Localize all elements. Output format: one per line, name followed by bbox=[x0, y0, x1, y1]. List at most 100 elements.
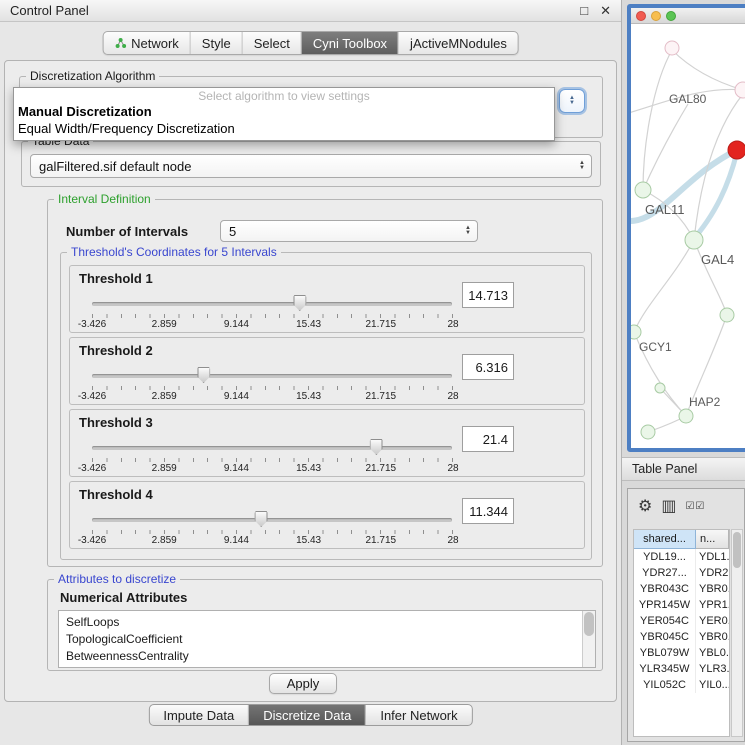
close-icon[interactable]: ✕ bbox=[600, 3, 611, 19]
scrollbar-thumb[interactable] bbox=[584, 612, 594, 636]
node-label-hap2: HAP2 bbox=[689, 395, 720, 409]
scrollbar-thumb[interactable] bbox=[733, 532, 741, 568]
network-node[interactable] bbox=[665, 41, 679, 55]
table-row[interactable]: YBR043CYBR0... bbox=[634, 581, 729, 597]
list-item[interactable]: SelfLoops bbox=[66, 614, 581, 631]
cell[interactable]: YPR1... bbox=[696, 597, 729, 613]
table-scrollbar[interactable] bbox=[731, 529, 743, 737]
apply-button[interactable]: Apply bbox=[269, 673, 337, 694]
cell[interactable]: YBR043C bbox=[634, 581, 696, 597]
cell[interactable]: YBL079W bbox=[634, 645, 696, 661]
cell[interactable]: YBR0... bbox=[696, 629, 729, 645]
cell[interactable]: YIL052C bbox=[634, 677, 696, 693]
combo-arrows-icon: ▲▼ bbox=[462, 226, 477, 236]
dropdown-option-equal-width-frequency[interactable]: Equal Width/Frequency Discretization bbox=[14, 120, 554, 137]
threshold-4-slider[interactable] bbox=[92, 510, 452, 528]
list-item[interactable]: BetweennessCentrality bbox=[66, 648, 581, 665]
attributes-group: Attributes to discretize Numerical Attri… bbox=[47, 579, 603, 671]
tab-network[interactable]: Network bbox=[103, 32, 190, 54]
network-canvas[interactable]: GAL80 GAL11 GAL4 GCY1 HAP2 bbox=[631, 24, 745, 447]
network-node[interactable] bbox=[679, 409, 693, 423]
tab-jactivemnodules[interactable]: jActiveMNodules bbox=[398, 32, 518, 54]
cell[interactable]: YDL19... bbox=[634, 549, 696, 565]
network-node[interactable] bbox=[635, 182, 651, 198]
combo-value: galFiltered.sif default node bbox=[39, 159, 191, 174]
threshold-1-slider[interactable] bbox=[92, 294, 452, 312]
tab-style[interactable]: Style bbox=[190, 32, 242, 54]
table-row[interactable]: YBL079WYBL0... bbox=[634, 645, 729, 661]
network-edge bbox=[634, 240, 694, 332]
list-item[interactable]: TopologicalCoefficient bbox=[66, 631, 581, 648]
combo-value: 5 bbox=[229, 224, 236, 239]
list-scrollbar[interactable] bbox=[582, 611, 595, 667]
threshold-2-value-field[interactable]: 6.316 bbox=[462, 354, 514, 380]
threshold-4-value-field[interactable]: 11.344 bbox=[462, 498, 514, 524]
network-node[interactable] bbox=[735, 82, 745, 98]
column-header-shared-name[interactable]: shared... bbox=[634, 530, 696, 549]
select-all-checkboxes-icon[interactable]: ☑☑ bbox=[685, 501, 705, 512]
table-row[interactable]: YBR045CYBR0... bbox=[634, 629, 729, 645]
cell[interactable]: YBL0... bbox=[696, 645, 729, 661]
columns-icon[interactable]: ▥ bbox=[661, 496, 676, 516]
cell[interactable]: YDR27... bbox=[634, 565, 696, 581]
cell[interactable]: YDL1... bbox=[696, 549, 729, 565]
table-data-group: Table Data galFiltered.sif default node … bbox=[21, 141, 601, 187]
window-title: Control Panel bbox=[10, 3, 568, 18]
table-row[interactable]: YDR27...YDR2... bbox=[634, 565, 729, 581]
dropdown-option-manual-discretization[interactable]: Manual Discretization bbox=[14, 103, 554, 120]
gear-icon[interactable]: ⚙ bbox=[638, 496, 652, 516]
cell[interactable]: YER0... bbox=[696, 613, 729, 629]
zoom-button[interactable] bbox=[666, 11, 676, 21]
slider-thumb[interactable] bbox=[293, 295, 306, 311]
cell[interactable]: YER054C bbox=[634, 613, 696, 629]
threshold-label: Threshold 4 bbox=[79, 487, 153, 502]
tab-cyni-toolbox[interactable]: Cyni Toolbox bbox=[301, 32, 398, 54]
tab-infer-network[interactable]: Infer Network bbox=[365, 705, 471, 725]
tab-select[interactable]: Select bbox=[242, 32, 301, 54]
slider-track[interactable] bbox=[92, 302, 452, 306]
slider-track[interactable] bbox=[92, 518, 452, 522]
dropdown-placeholder: Select algorithm to view settings bbox=[14, 88, 554, 103]
cell[interactable]: YLR3... bbox=[696, 661, 729, 677]
threshold-1-value-field[interactable]: 14.713 bbox=[462, 282, 514, 308]
network-node[interactable] bbox=[685, 231, 703, 249]
cell[interactable]: YBR045C bbox=[634, 629, 696, 645]
table-data-combo[interactable]: galFiltered.sif default node ▲▼ bbox=[30, 154, 592, 178]
table-row[interactable]: YDL19...YDL1... bbox=[634, 549, 729, 565]
network-icon bbox=[114, 37, 126, 49]
slider-thumb[interactable] bbox=[197, 367, 210, 383]
cell[interactable]: YPR145W bbox=[634, 597, 696, 613]
threshold-2-slider[interactable] bbox=[92, 366, 452, 384]
network-node[interactable] bbox=[641, 425, 655, 439]
slider-thumb[interactable] bbox=[370, 439, 383, 455]
column-header-name[interactable]: n... bbox=[696, 530, 729, 549]
slider-thumb[interactable] bbox=[255, 511, 268, 527]
tab-impute-data[interactable]: Impute Data bbox=[149, 705, 248, 725]
close-button[interactable] bbox=[636, 11, 646, 21]
tab-label: Select bbox=[254, 36, 290, 51]
threshold-3-slider[interactable] bbox=[92, 438, 452, 456]
group-title: Threshold's Coordinates for 5 Intervals bbox=[67, 245, 281, 259]
cell[interactable]: YIL0... bbox=[696, 677, 729, 693]
table-row[interactable]: YPR145WYPR1... bbox=[634, 597, 729, 613]
table-row[interactable]: YIL052CYIL0... bbox=[634, 677, 729, 693]
table-row[interactable]: YLR345WYLR3... bbox=[634, 661, 729, 677]
network-node-selected[interactable] bbox=[728, 141, 745, 159]
threshold-3-value-field[interactable]: 21.4 bbox=[462, 426, 514, 452]
network-node[interactable] bbox=[655, 383, 665, 393]
network-node[interactable] bbox=[631, 325, 641, 339]
cell[interactable]: YLR345W bbox=[634, 661, 696, 677]
network-node[interactable] bbox=[720, 308, 734, 322]
tab-discretize-data[interactable]: Discretize Data bbox=[248, 705, 365, 725]
float-window-icon[interactable]: □ bbox=[580, 3, 588, 18]
slider-track[interactable] bbox=[92, 374, 452, 378]
cell[interactable]: YBR0... bbox=[696, 581, 729, 597]
cell[interactable]: YDR2... bbox=[696, 565, 729, 581]
numerical-attributes-label: Numerical Attributes bbox=[60, 590, 187, 605]
table-row[interactable]: YER054CYER0... bbox=[634, 613, 729, 629]
algorithm-combo-button[interactable]: ▲ ▼ bbox=[559, 89, 585, 113]
slider-track[interactable] bbox=[92, 446, 452, 450]
minimize-button[interactable] bbox=[651, 11, 661, 21]
top-tab-bar: Network Style Select Cyni Toolbox jActiv… bbox=[102, 31, 519, 55]
number-of-intervals-combo[interactable]: 5 ▲▼ bbox=[220, 220, 478, 242]
